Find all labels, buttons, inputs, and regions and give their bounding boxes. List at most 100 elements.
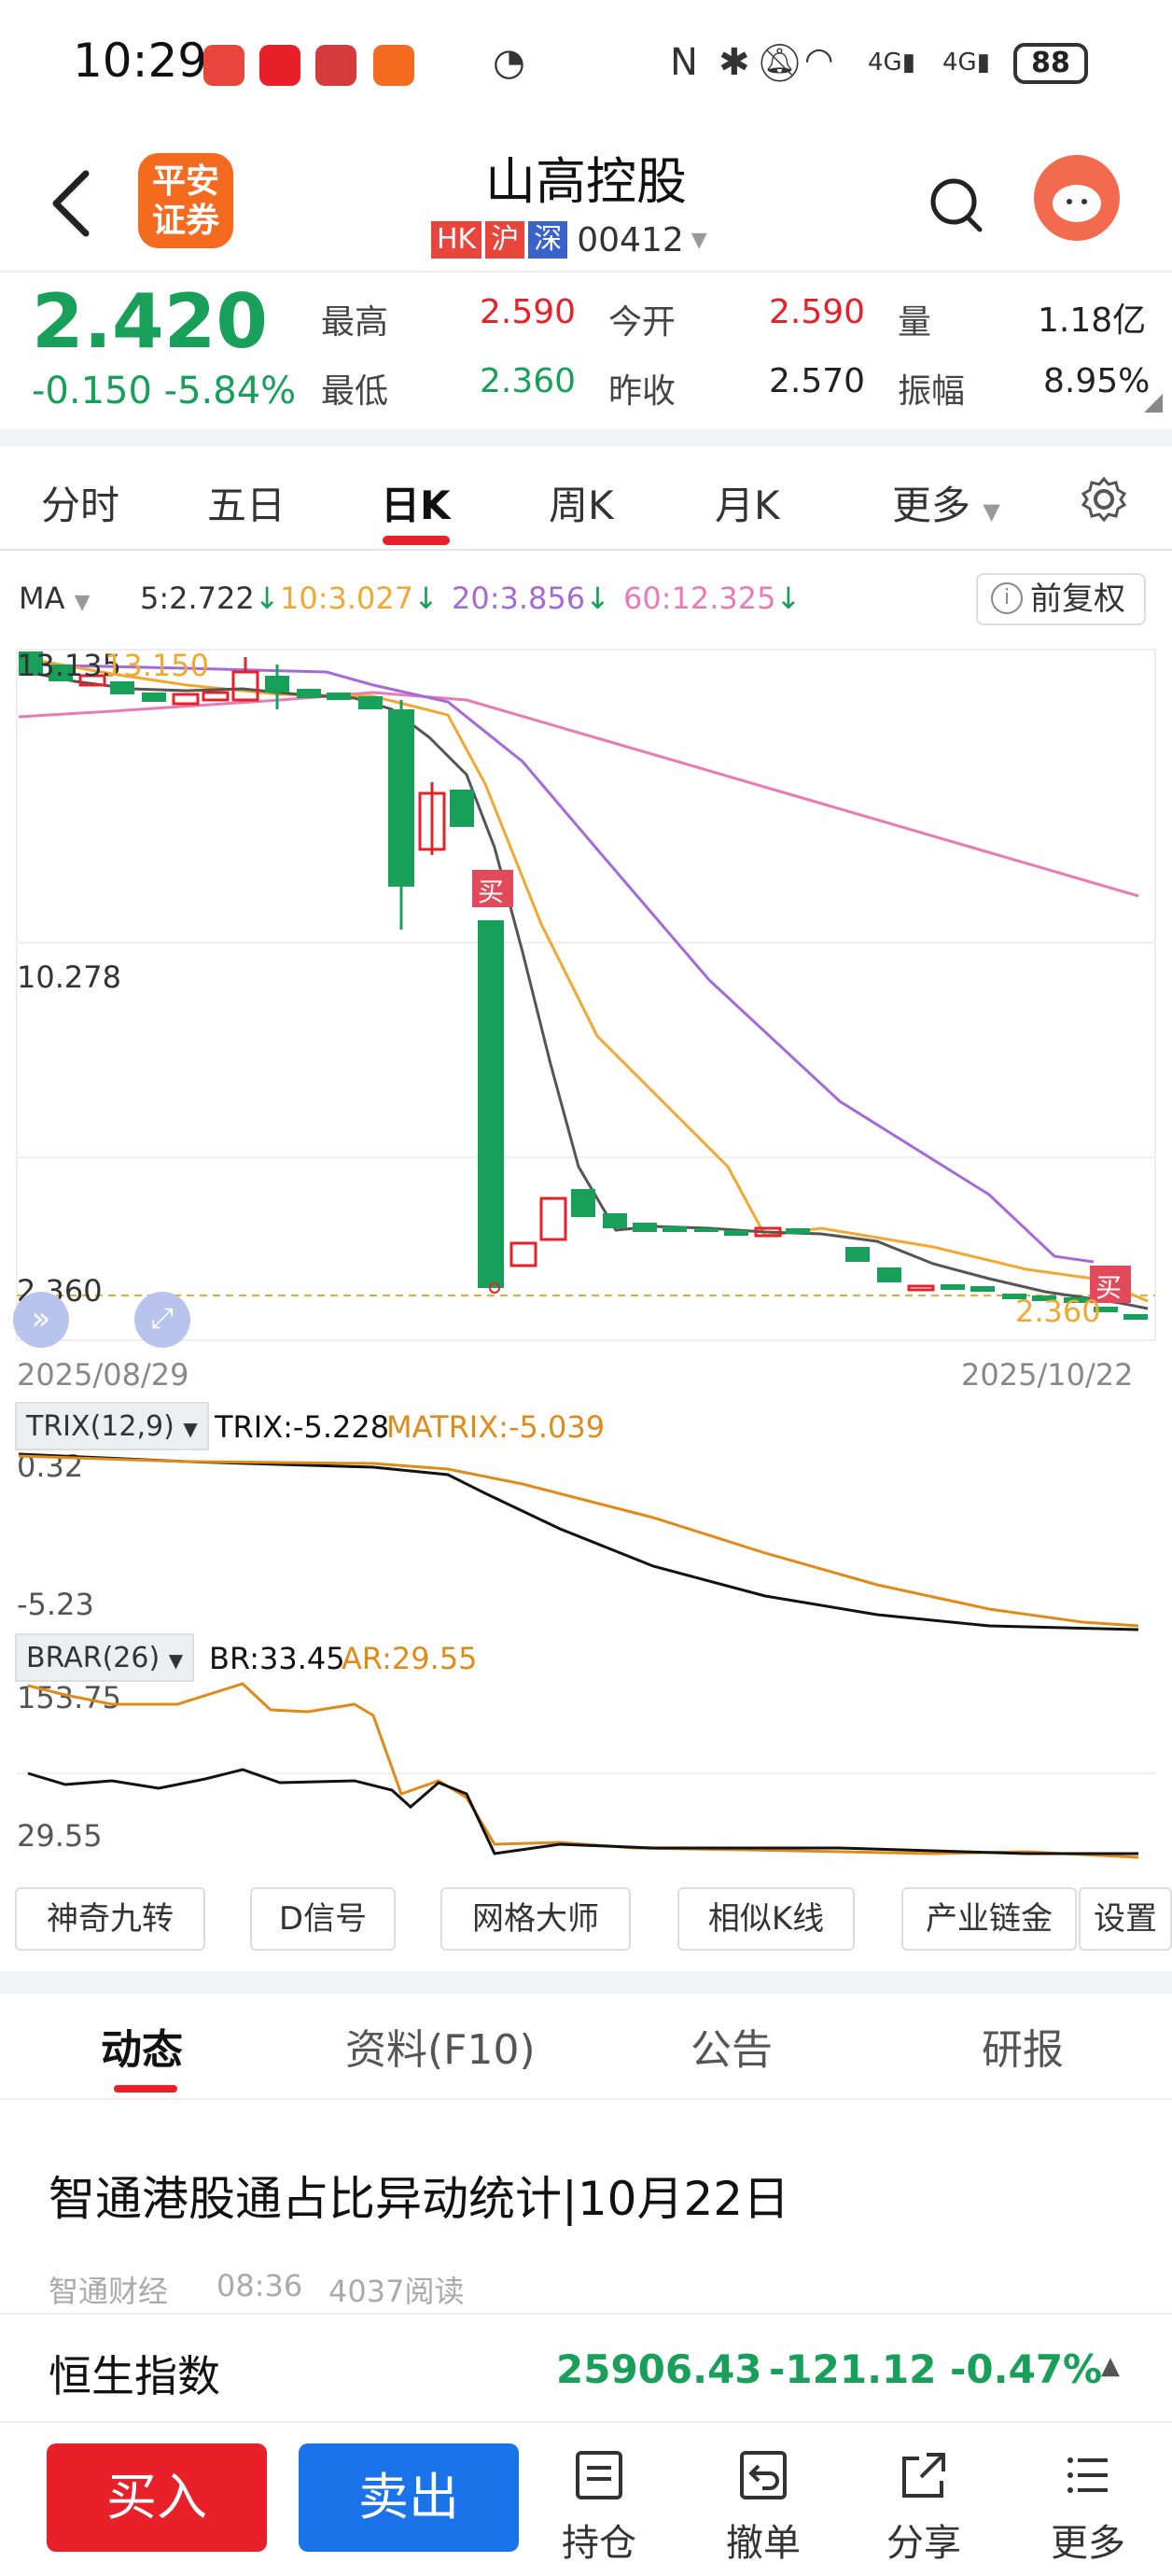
share-button[interactable]: 分享 [868,2449,980,2567]
brar-chart[interactable] [0,1676,1172,1872]
trix-selector[interactable]: TRIX(12,9) ▼ [15,1402,209,1450]
buy-marker-text-2: 买 [1095,1272,1123,1303]
news-reads: 4037阅读 [328,2274,465,2309]
document-icon [576,2451,622,2499]
mute-icon: 🔕︎ [756,42,803,85]
index-name: 恒生指数 [49,2351,220,2401]
tab-monthly-k[interactable]: 月K [715,474,780,531]
index-change: -121.12 [769,2346,937,2392]
battery-icon: 88 [1013,43,1088,84]
huawei-notification-icon [259,45,300,86]
divider-2 [0,1971,1172,1994]
sell-button[interactable]: 卖出 [299,2443,519,2552]
brar-selector[interactable]: BRAR(26) ▼ [15,1633,195,1682]
tool-similar-k[interactable]: 相似K线 [677,1887,855,1951]
tab-five-day[interactable]: 五日 [207,474,286,531]
high-label: 最高 [321,303,389,342]
ma-selector[interactable]: MA ▼ [19,581,91,616]
info-icon: i [991,582,1023,614]
signal-4g-icon-2: 4G▮ [942,49,990,77]
tool-d-signal[interactable]: D信号 [250,1887,396,1951]
fullscreen-icon[interactable]: ⤢ [134,1292,190,1348]
period-tabs: 分时 五日 日K 周K 月K 更多 ▼ [0,446,1172,551]
date-end: 2025/10/22 [961,1357,1134,1393]
adjust-mode-button[interactable]: i 前复权 [976,573,1146,625]
news-tab-indicator [114,2085,177,2093]
active-tab-indicator [383,536,450,545]
chart-low-marker: 2.360 [1015,1294,1101,1329]
news-tab-research[interactable]: 研报 [982,2016,1064,2076]
ma60-value: 60:12.325↓ [623,581,802,616]
tool-magic-nine[interactable]: 神奇九转 [15,1887,205,1951]
news-tab-dynamic[interactable]: 动态 [101,2016,183,2076]
nfc-alarm-icon: ◔ [493,41,525,84]
wifi-icon: ◠ [804,41,834,79]
tab-daily-k[interactable]: 日K [381,474,451,531]
stock-code: 00412 [577,220,684,259]
chart-high-marker: 13.150 [105,648,209,683]
tool-grid-master[interactable]: 网格大师 [440,1887,631,1951]
ma10-value: 10:3.027↓ [280,581,439,616]
trix-value: TRIX:-5.228 [215,1409,390,1445]
bluetooth-icon: ✱ [719,41,750,84]
matrix-value: MATRIX:-5.039 [386,1409,606,1445]
news-tab-f10[interactable]: 资料(F10) [345,2016,536,2076]
date-start: 2025/08/29 [17,1357,189,1393]
prev-close-label: 昨收 [608,372,677,411]
app-notification-icon-2 [315,45,356,86]
expand-corner-icon[interactable] [1144,394,1163,413]
candles [19,651,1148,1320]
app-notification-icon [203,45,244,86]
tool-industry-chain[interactable]: 产业链金 [901,1887,1077,1951]
stock-name: 山高控股 [485,152,687,211]
divider [0,429,1172,446]
amplitude-value: 8.95% [1043,362,1151,400]
news-item-title[interactable]: 智通港股通占比异动统计|10月22日 [49,2162,789,2229]
caret-up-icon: ▲ [1101,2352,1120,2380]
quote-panel: 2.420 -0.150 -5.84% 最高 2.590 今开 2.590 量 … [0,271,1172,429]
ma5-value: 5:2.722↓ [140,581,280,616]
search-icon[interactable] [926,172,985,237]
signal-4g-icon: 4G▮ [868,49,915,77]
status-time: 10:29 [73,34,208,88]
low-value: 2.360 [480,362,577,400]
settings-gear-icon[interactable] [1081,476,1127,523]
cancel-order-button[interactable]: 撤单 [707,2449,819,2567]
stock-market-tags[interactable]: HK 沪 深 00412 ▼ [431,220,707,259]
prev-close-value: 2.570 [769,362,866,400]
undo-icon [740,2451,787,2499]
expand-left-icon[interactable]: » [13,1292,69,1348]
last-price: 2.420 [32,278,269,365]
caret-down-icon: ▼ [691,228,707,252]
positions-button[interactable]: 持仓 [543,2449,655,2567]
ma20-value: 20:3.856↓ [452,581,610,616]
low-label: 最低 [321,372,389,411]
pingan-notification-icon [373,45,414,86]
index-ticker[interactable]: 恒生指数 25906.43 -121.12 -0.47% ▲ [0,2313,1172,2423]
volume-value: 1.18亿 [1038,301,1147,340]
list-menu-icon [1067,2457,1108,2493]
avatar[interactable] [1034,155,1120,241]
buy-button[interactable]: 买入 [47,2443,267,2552]
tool-settings[interactable]: 设置 [1079,1887,1172,1951]
news-tab-announcement[interactable]: 公告 [691,2016,773,2076]
more-button[interactable]: 更多 [1032,2449,1144,2567]
amplitude-label: 振幅 [898,372,966,411]
ar-value: AR:29.55 [342,1641,478,1676]
br-value: BR:33.45 [209,1641,345,1676]
open-value: 2.590 [769,293,866,331]
trix-chart[interactable] [0,1450,1172,1637]
tag-hk: HK [431,221,482,259]
share-icon [902,2453,945,2498]
buy-marker-text-1: 买 [478,876,505,907]
volume-label: 量 [898,303,932,342]
index-value: 25906.43 [556,2346,762,2392]
tab-weekly-k[interactable]: 周K [549,474,614,531]
kline-chart[interactable] [0,644,1172,1363]
tab-intraday[interactable]: 分时 [41,474,119,531]
status-bar: 10:29 ◔ N ✱ 🔕︎ ◠ 4G▮ 4G▮ 88 [0,0,1172,131]
stock-header: 平安 证券 山高控股 HK 沪 深 00412 ▼ [0,131,1172,271]
tab-more[interactable]: 更多 ▼ [892,474,1000,531]
bottom-action-bar: 买入 卖出 持仓 撤单 分享 更多 [0,2425,1172,2576]
index-pct: -0.47% [950,2346,1103,2392]
